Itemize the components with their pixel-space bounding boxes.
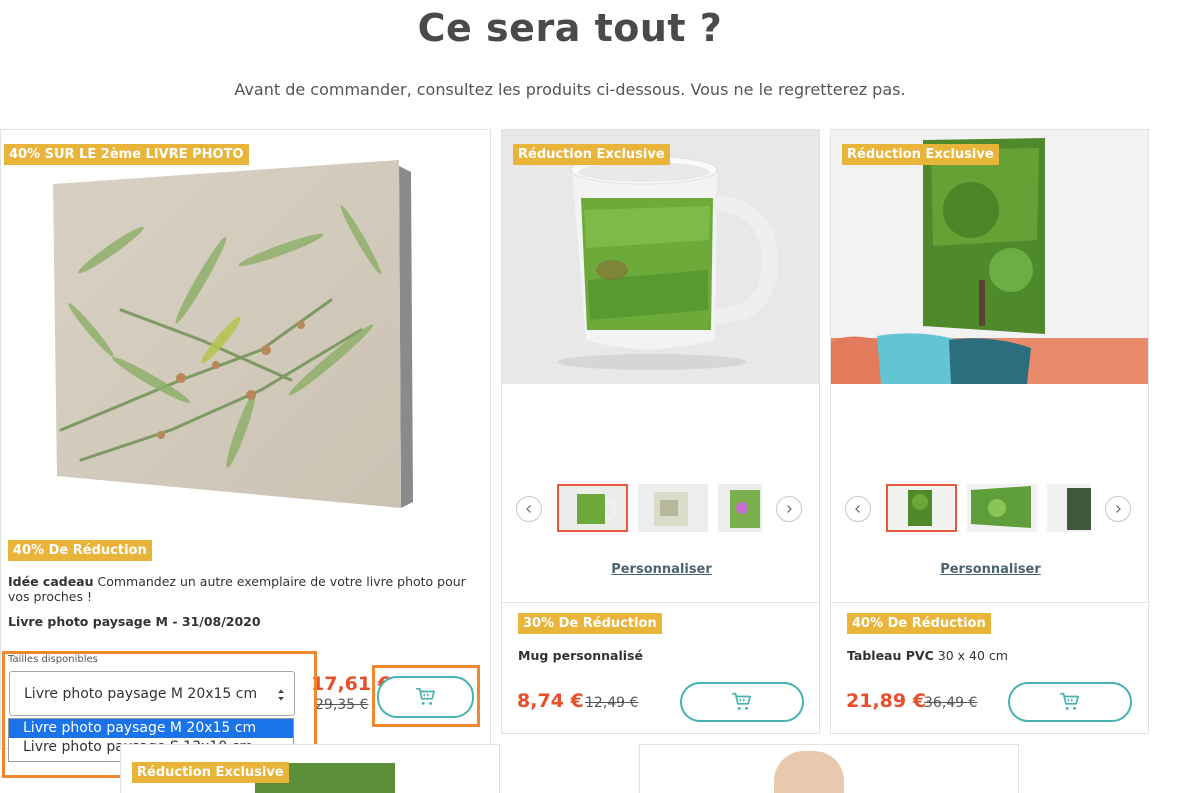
chevron-left-icon: [524, 504, 534, 514]
size-option[interactable]: Livre photo paysage M 20x15 cm: [9, 719, 293, 738]
thumbnail[interactable]: [638, 484, 708, 532]
cart-icon: [731, 691, 753, 713]
description-highlight: Idée cadeau: [8, 574, 94, 589]
tableau-image[interactable]: [831, 130, 1148, 384]
exclusive-badge: Réduction Exclusive: [513, 144, 670, 165]
add-to-cart-button[interactable]: [377, 676, 474, 718]
product-price: 8,74 €: [517, 690, 584, 712]
carousel-prev-button[interactable]: [845, 496, 871, 522]
mug-thumbnail-carousel: [516, 484, 806, 534]
chevron-left-icon: [853, 504, 863, 514]
old-price: 12,49 €: [585, 695, 639, 711]
old-price: 36,49 €: [924, 695, 978, 711]
carousel-prev-button[interactable]: [516, 496, 542, 522]
mug-image[interactable]: [502, 130, 819, 384]
product-price: 21,89 €: [846, 690, 926, 712]
thumbnail[interactable]: [967, 484, 1037, 532]
discount-badge: 30% De Réduction: [518, 613, 662, 634]
cart-icon: [1059, 691, 1081, 713]
cart-icon: [415, 686, 437, 708]
old-price: 29,35 €: [315, 697, 369, 713]
carousel-next-button[interactable]: [776, 496, 802, 522]
personalize-link[interactable]: Personnaliser: [502, 562, 821, 577]
product-card-tableau: Réduction Exclusive Personnaliser 40% De…: [830, 129, 1149, 734]
thumbnail[interactable]: [1047, 484, 1091, 532]
thumbnail[interactable]: [718, 484, 762, 532]
chevron-right-icon: [1113, 504, 1123, 514]
product-name: Mug personnalisé: [518, 648, 643, 663]
thumbnail-selected[interactable]: [886, 484, 957, 532]
divider: [831, 602, 1148, 603]
product-name: Livre photo paysage M - 31/08/2020: [8, 614, 261, 629]
product-card-row2-left: Réduction Exclusive: [120, 744, 500, 793]
add-to-cart-button[interactable]: [1008, 682, 1132, 722]
discount-badge: 40% De Réduction: [8, 540, 152, 561]
product-name: Tableau PVC 30 x 40 cm: [847, 648, 1008, 663]
personalize-link[interactable]: Personnaliser: [831, 562, 1150, 577]
size-select[interactable]: Livre photo paysage M 20x15 cm: [9, 671, 295, 716]
exclusive-badge: Réduction Exclusive: [132, 762, 289, 783]
photo-book-image[interactable]: [1, 130, 490, 529]
select-arrows-icon: [278, 689, 284, 701]
thumbnail-selected[interactable]: [557, 484, 628, 532]
product-description: Idée cadeau Commandez un autre exemplair…: [8, 574, 483, 604]
page-subtitle: Avant de commander, consultez les produi…: [234, 80, 906, 99]
page-title: Ce sera tout ?: [417, 6, 723, 50]
product-name-main: Tableau PVC: [847, 648, 934, 663]
exclusive-badge: Réduction Exclusive: [842, 144, 999, 165]
add-to-cart-button[interactable]: [680, 682, 804, 722]
product-name-size: 30 x 40 cm: [933, 648, 1008, 663]
tableau-thumbnail-carousel: [845, 484, 1135, 534]
divider: [502, 602, 819, 603]
discount-badge: 40% De Réduction: [847, 613, 991, 634]
size-select-value: Livre photo paysage M 20x15 cm: [24, 685, 258, 702]
product-image-partial: [774, 751, 844, 793]
product-card-mug: Réduction Exclusive Personnaliser 30% De…: [501, 129, 820, 734]
promo-badge: 40% SUR LE 2ème LIVRE PHOTO: [4, 144, 249, 165]
chevron-right-icon: [784, 504, 794, 514]
product-card-row2-right: [639, 744, 1019, 793]
carousel-next-button[interactable]: [1105, 496, 1131, 522]
